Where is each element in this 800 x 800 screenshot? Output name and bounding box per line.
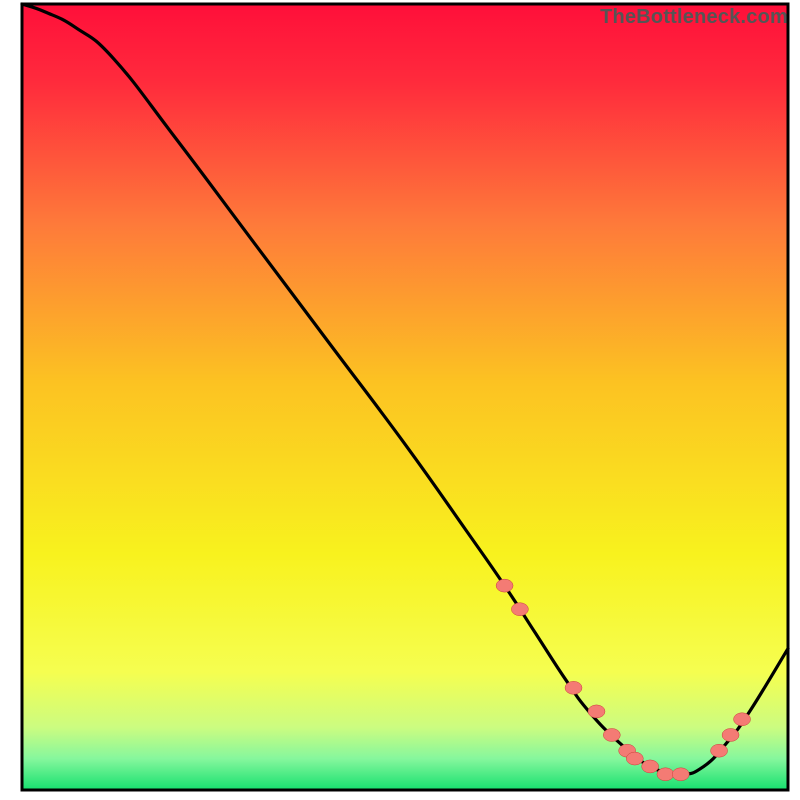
plot-area <box>22 4 788 790</box>
watermark-text: TheBottleneck.com <box>600 6 788 29</box>
marker-dot <box>588 705 605 718</box>
marker-dot <box>734 713 751 726</box>
marker-dot <box>565 681 582 694</box>
gradient-background <box>22 4 788 790</box>
marker-dot <box>496 579 513 592</box>
chart-root: TheBottleneck.com <box>0 0 800 800</box>
marker-dot <box>511 603 528 616</box>
marker-dot <box>642 760 659 773</box>
marker-dot <box>722 728 739 741</box>
marker-dot <box>626 752 643 765</box>
marker-dot <box>672 768 689 781</box>
marker-dot <box>603 728 620 741</box>
chart-svg <box>0 0 800 800</box>
marker-dot <box>657 768 674 781</box>
marker-dot <box>711 744 728 757</box>
